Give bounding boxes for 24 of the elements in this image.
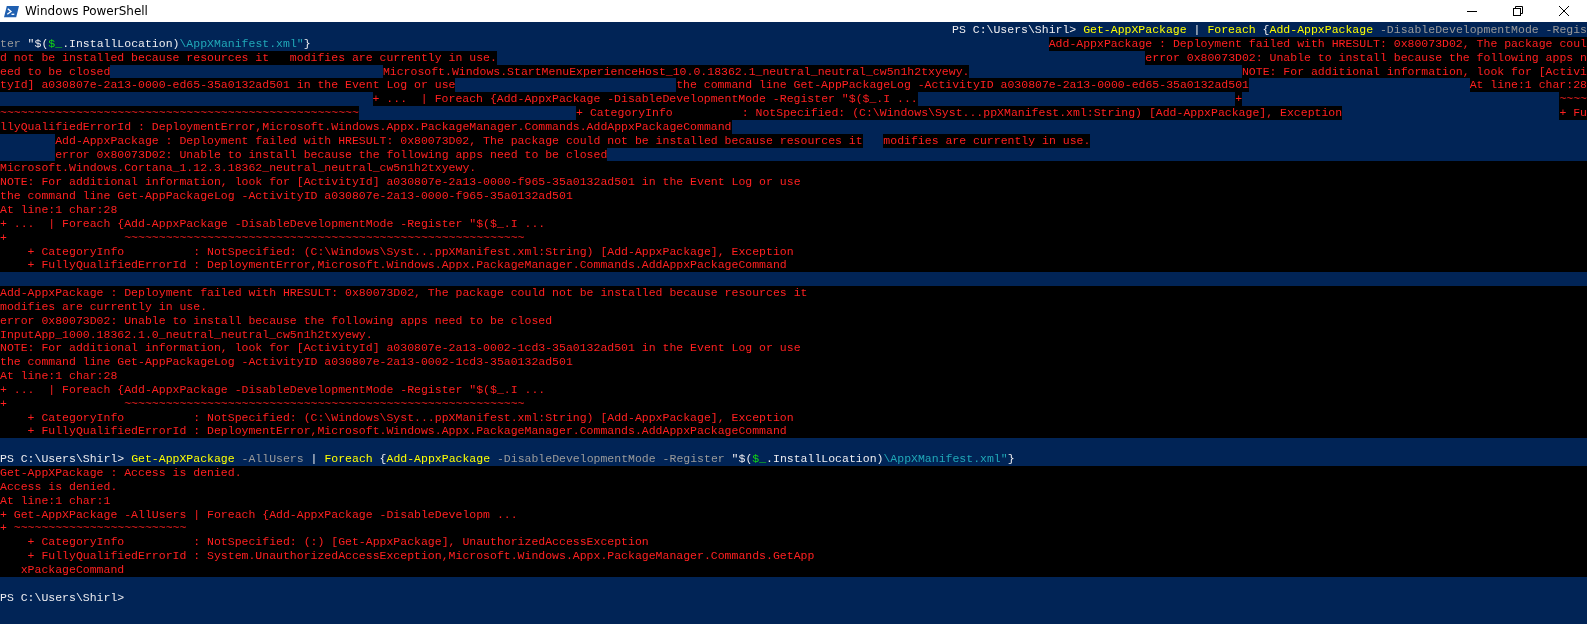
error-text: At line:1 char:28	[1469, 78, 1587, 93]
error-text: NOTE: For additional information, look for [ActivityId] a030807e-2a13-0002-1cd3-35a0132ad501 in the Event Log or use	[0, 341, 801, 356]
error-text: the command line Get-AppPackageLog -ActivityID a030807e-2a13-0000-ed65-35a0132ad501	[676, 78, 1249, 93]
error-text: tyId] a030807e-2a13-0000-ed65-35a0132ad501 in the Event Log or use	[0, 78, 456, 93]
error-text: the command line Get-AppPackageLog -ActivityID a030807e-2a13-0002-1cd3-35a0132ad501	[0, 355, 573, 370]
error-text: ~~~~~~~~~~~~~~~~~~~~~~~~~~~~~~~~~~~~~~~~~~~~~~~~~~~~	[0, 106, 359, 120]
error-text: Get-AppXPackage : Access is denied.	[0, 466, 242, 480]
error-text: NOTE: For additional information, look for [ActivityId] a030807e-2a13-0000-f965-35a0132ad501 in the Event Log or use	[0, 175, 801, 190]
error-text: +	[1235, 92, 1243, 107]
command-line: ter "$($_.InstallLocation)\AppXManifest.xml"}	[0, 36, 311, 51]
error-text: + CategoryInfo : NotSpecified: (C:\Windows\Syst...ppXManifest.xml:String) [Add-AppxPackage], Exception	[576, 106, 1343, 120]
command-line: PS C:\Users\Shirl> Get-AppXPackage | Foreach {Add-AppxPackage -DisableDevelopmentMode -Regis	[952, 23, 1587, 37]
command-line: PS C:\Users\Shirl>	[0, 590, 125, 605]
window-title: Windows PowerShell	[25, 4, 148, 18]
error-text: ~~~~	[1559, 92, 1587, 107]
restore-icon	[1513, 6, 1523, 16]
close-icon	[1559, 6, 1569, 16]
error-text: + Fu	[1559, 106, 1587, 120]
terminal-prompt-icon	[4, 3, 19, 19]
error-text: + ... | Foreach {Add-AppxPackage -DisableDevelopmentMode -Register "$($_.I ...	[372, 92, 918, 107]
command-line: PS C:\Users\Shirl> Get-AppXPackage -AllUsers | Foreach {Add-AppxPackage -DisableDevelopmentMode -Register "$($_.InstallLocation)\AppXManifest.xml"}	[0, 452, 1015, 466]
error-text: Microsoft.Windows.Cortana_1.12.3.18362_neutral_neutral_cw5n1h2txyewy.	[0, 161, 477, 176]
error-text: the command line Get-AppPackageLog -ActivityID a030807e-2a13-0000-f965-35a0132ad501	[0, 189, 573, 203]
error-text: Add-AppxPackage : Deployment failed with HRESULT: 0x80073D02, The package could not be installed because resources it	[0, 286, 808, 300]
